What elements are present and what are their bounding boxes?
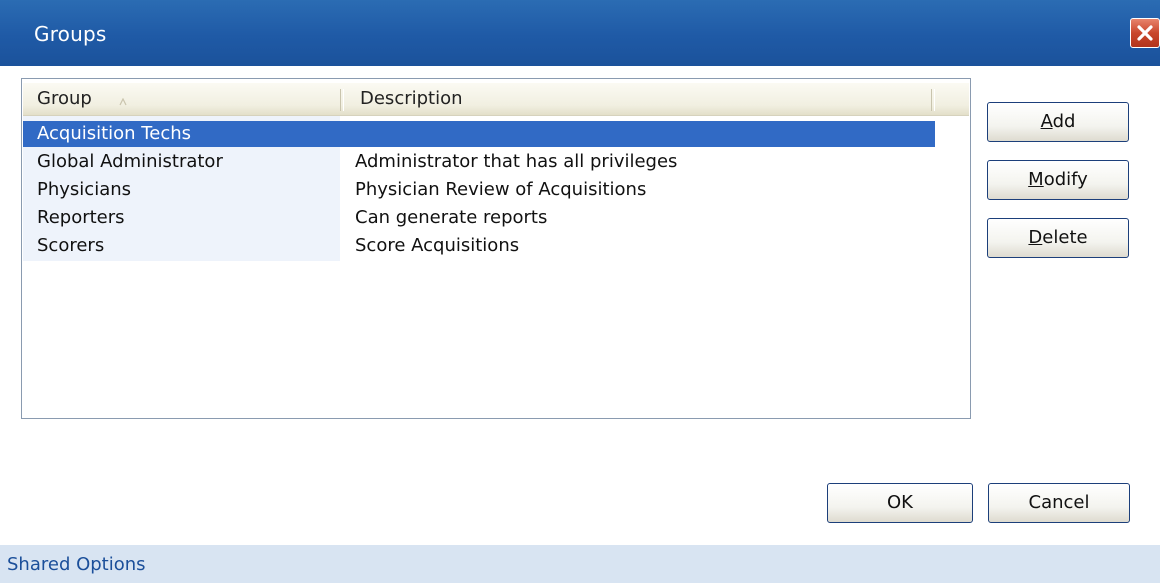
- list-row-scorers[interactable]: Scorers Score Acquisitions: [23, 233, 969, 259]
- modify-mnemonic: M: [1028, 169, 1044, 190]
- group-name: Acquisition Techs: [37, 123, 192, 144]
- group-description: Score Acquisitions: [355, 235, 520, 256]
- column-header-group[interactable]: Group: [37, 83, 92, 115]
- list-row-physicians[interactable]: Physicians Physician Review of Acquisiti…: [23, 177, 969, 203]
- group-name: Reporters: [37, 207, 125, 228]
- groups-dialog: Groups Group Description Acquisition Tec…: [0, 0, 1160, 583]
- column-header-description[interactable]: Description: [360, 83, 463, 115]
- shared-options-bar[interactable]: Shared Options: [0, 545, 1160, 583]
- add-label-rest: dd: [1052, 111, 1076, 132]
- close-button[interactable]: [1130, 18, 1160, 48]
- delete-label-rest: elete: [1042, 227, 1088, 248]
- group-name: Global Administrator: [37, 151, 223, 172]
- window-title: Groups: [34, 22, 107, 46]
- column-divider[interactable]: [931, 89, 935, 111]
- close-icon: [1137, 25, 1153, 41]
- list-row-acquisition-techs[interactable]: Acquisition Techs: [23, 121, 935, 147]
- column-divider[interactable]: [340, 89, 344, 111]
- cancel-button[interactable]: Cancel: [988, 483, 1130, 523]
- group-name: Physicians: [37, 179, 132, 200]
- sort-ascending-icon: [119, 91, 127, 110]
- group-description: Can generate reports: [355, 207, 548, 228]
- add-button[interactable]: Add: [987, 102, 1129, 142]
- title-bar[interactable]: Groups: [0, 0, 1160, 66]
- list-header: Group Description: [23, 83, 969, 116]
- delete-mnemonic: D: [1028, 227, 1043, 248]
- shared-options-label[interactable]: Shared Options: [7, 554, 146, 575]
- modify-button[interactable]: Modify: [987, 160, 1129, 200]
- group-name: Scorers: [37, 235, 105, 256]
- groups-list[interactable]: Group Description Acquisition Techs Glob…: [21, 78, 971, 419]
- delete-button[interactable]: Delete: [987, 218, 1129, 258]
- group-description: Physician Review of Acquisitions: [355, 179, 647, 200]
- list-row-reporters[interactable]: Reporters Can generate reports: [23, 205, 969, 231]
- list-row-global-administrator[interactable]: Global Administrator Administrator that …: [23, 149, 969, 175]
- add-mnemonic: A: [1040, 111, 1053, 132]
- group-description: Administrator that has all privileges: [355, 151, 678, 172]
- ok-button[interactable]: OK: [827, 483, 973, 523]
- modify-label-rest: odify: [1043, 169, 1088, 190]
